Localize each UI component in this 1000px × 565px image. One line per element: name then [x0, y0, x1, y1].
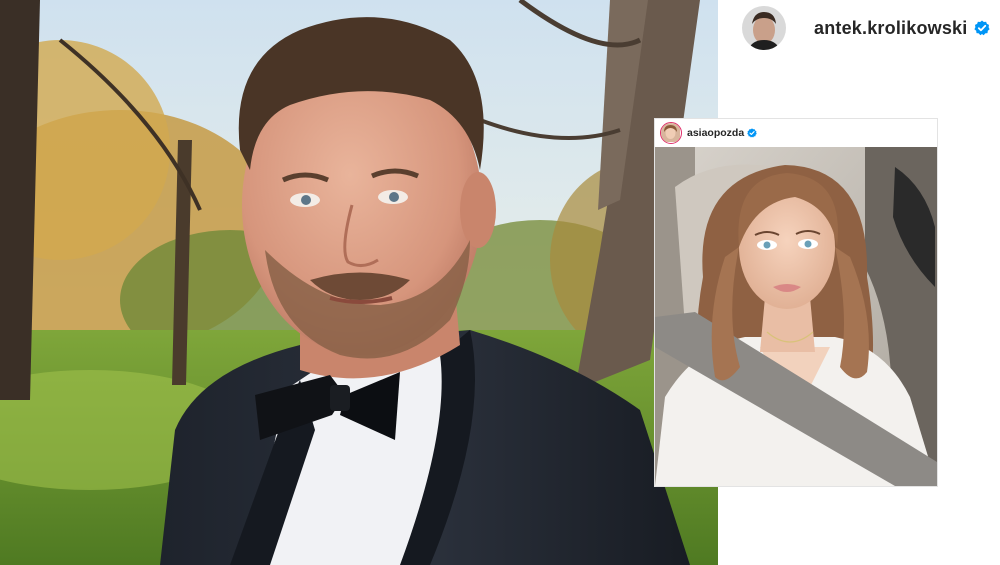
verified-badge-icon: [974, 20, 991, 36]
instagram-profile-header[interactable]: antek.krolikowski: [742, 6, 1000, 50]
embedded-story-card[interactable]: asiaopozda: [654, 118, 938, 487]
verified-badge-icon: [747, 128, 757, 138]
story-username[interactable]: asiaopozda: [687, 127, 744, 139]
main-selfie-photo: [0, 0, 718, 565]
story-header: asiaopozda: [655, 119, 937, 147]
story-selfie-photo: [655, 147, 937, 486]
profile-username[interactable]: antek.krolikowski: [814, 18, 967, 39]
profile-avatar[interactable]: [742, 6, 786, 50]
story-avatar[interactable]: [660, 122, 682, 144]
woman-in-car-selfie: [655, 147, 937, 486]
man-in-tuxedo-park-photo: [0, 0, 718, 565]
